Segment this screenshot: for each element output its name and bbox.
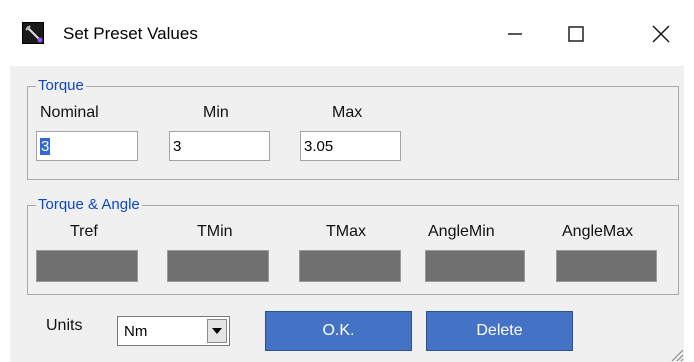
units-select[interactable]: Nm <box>117 316 230 346</box>
minimize-button[interactable] <box>492 14 538 54</box>
maximize-icon <box>568 26 584 42</box>
nominal-field[interactable]: 3 <box>36 131 138 161</box>
min-field[interactable]: 3 <box>169 131 270 161</box>
min-label: Min <box>203 104 229 121</box>
max-field[interactable]: 3.05 <box>300 131 401 161</box>
tref-label: Tref <box>70 223 98 240</box>
minimize-icon <box>508 33 522 35</box>
chevron-down-icon <box>212 328 222 334</box>
anglemin-label: AngleMin <box>428 223 495 240</box>
tmin-field <box>167 250 269 282</box>
resize-grip-icon[interactable] <box>668 346 684 362</box>
anglemax-field <box>556 250 657 282</box>
torque-legend: Torque <box>36 77 86 95</box>
max-label: Max <box>332 104 363 121</box>
units-selected-value: Nm <box>124 323 148 340</box>
app-wrench-icon <box>22 22 44 44</box>
anglemin-field <box>425 250 525 282</box>
tmax-field <box>299 250 401 282</box>
torque-angle-legend: Torque & Angle <box>36 196 142 214</box>
dropdown-arrow-button[interactable] <box>207 319 227 343</box>
window-title: Set Preset Values <box>63 24 198 43</box>
close-icon <box>652 25 670 43</box>
title-bar[interactable]: Set Preset Values <box>0 0 694 66</box>
ok-button[interactable]: O.K. <box>265 311 412 351</box>
nominal-value: 3 <box>40 138 51 155</box>
delete-button[interactable]: Delete <box>426 311 573 351</box>
min-value: 3 <box>173 138 182 155</box>
maximize-button[interactable] <box>553 14 599 54</box>
anglemax-label: AngleMax <box>562 223 634 240</box>
nominal-label: Nominal <box>40 104 99 121</box>
close-button[interactable] <box>638 14 684 54</box>
dialog-body: Torque Nominal Min Max 3 3 3.05 Torque &… <box>10 66 684 362</box>
tmin-label: TMin <box>197 223 233 240</box>
tref-field <box>36 250 138 282</box>
max-value: 3.05 <box>304 138 334 155</box>
tmax-label: TMax <box>326 223 366 240</box>
units-label: Units <box>46 317 83 334</box>
